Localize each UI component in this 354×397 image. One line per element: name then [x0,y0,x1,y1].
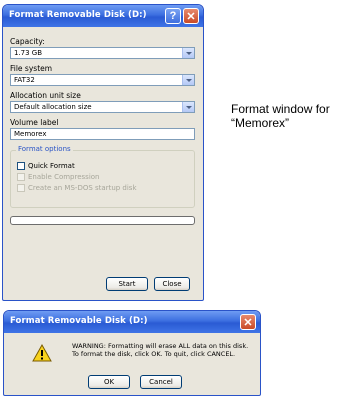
capacity-value: 1.73 GB [14,49,43,57]
enable-compression-label: Enable Compression [28,172,100,181]
help-button[interactable]: ? [165,8,181,24]
warning-message-line-2: To format the disk, click OK. To quit, c… [72,350,236,358]
start-button[interactable]: Start [106,277,148,291]
format-options-label: Format options [16,145,73,153]
figure-caption: Format window for “Memorex” [231,102,330,130]
filesystem-label: File system [10,64,53,73]
warning-message-line-1: WARNING: Formatting will erase ALL data … [72,342,249,350]
format-dialog-buttons: Start Close [106,277,190,291]
allocation-value: Default allocation size [14,103,92,111]
close-icon[interactable]: ✕ [183,8,199,24]
cancel-button[interactable]: Cancel [140,375,182,389]
enable-compression-checkbox: Enable Compression [17,171,190,182]
msdos-startup-label: Create an MS-DOS startup disk [28,183,137,192]
chevron-down-icon[interactable] [182,48,194,58]
format-dialog-body: Capacity: 1.73 GB File system FAT32 Allo… [3,27,203,225]
filesystem-value: FAT32 [14,76,35,84]
msdos-startup-checkbox: Create an MS-DOS startup disk [17,182,190,193]
caption-line-2: “Memorex” [231,116,290,130]
format-dialog-window: Format Removable Disk (D:) ? ✕ Capacity:… [2,4,204,301]
capacity-select[interactable]: 1.73 GB [10,47,195,59]
close-icon[interactable]: ✕ [240,314,256,330]
warning-icon [32,344,52,362]
warning-dialog-window: Format Removable Disk (D:) ✕ WARNING: Fo… [3,310,261,396]
warning-dialog-buttons: OK Cancel [88,375,182,389]
allocation-select[interactable]: Default allocation size [10,101,195,113]
warning-dialog-title: Format Removable Disk (D:) [10,316,148,326]
format-dialog-titlebar[interactable]: Format Removable Disk (D:) ? ✕ [3,5,203,27]
volume-label-input[interactable]: Memorex [10,128,195,140]
volume-label: Volume label [10,118,59,127]
allocation-label: Allocation unit size [10,91,81,100]
format-dialog-title: Format Removable Disk (D:) [9,10,147,20]
chevron-down-icon[interactable] [182,102,194,112]
format-progress-bar [10,216,195,225]
capacity-label: Capacity: [10,37,45,46]
close-button[interactable]: Close [154,277,190,291]
caption-line-1: Format window for [231,102,330,116]
checkbox-icon [17,183,25,192]
quick-format-checkbox[interactable]: Quick Format [17,160,190,171]
filesystem-select[interactable]: FAT32 [10,74,195,86]
chevron-down-icon[interactable] [182,75,194,85]
checkbox-icon [17,172,25,181]
warning-message: WARNING: Formatting will erase ALL data … [72,342,248,358]
format-options-group: Format options Quick Format Enable Compr… [10,145,195,208]
quick-format-label: Quick Format [28,161,75,170]
warning-dialog-titlebar[interactable]: Format Removable Disk (D:) ✕ [4,311,260,333]
checkbox-icon[interactable] [17,161,25,170]
ok-button[interactable]: OK [88,375,130,389]
